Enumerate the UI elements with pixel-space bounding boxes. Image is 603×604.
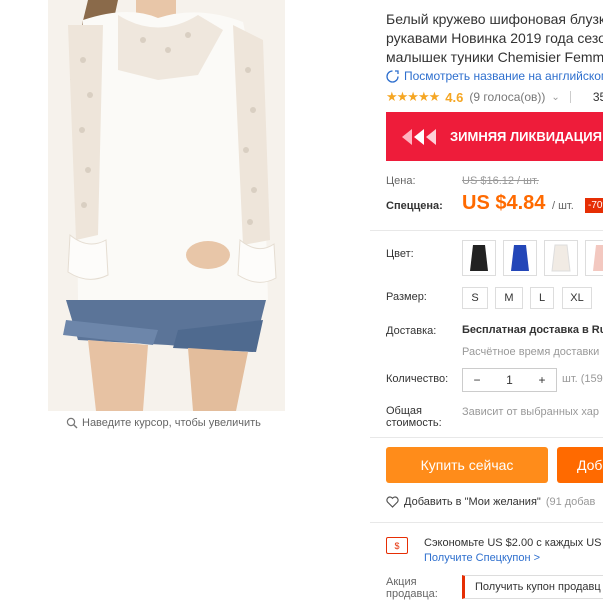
coupon-icon: $ (386, 537, 408, 554)
total-value: Зависит от выбранных хар (462, 406, 599, 418)
seller-promo-label-line: продавца: (386, 588, 438, 600)
increment-button[interactable]: + (528, 373, 556, 387)
title-line: рукавами Новинка 2019 года сезо (386, 30, 603, 46)
divider (370, 522, 603, 523)
translate-link-text[interactable]: Посмотреть название на английском (404, 69, 603, 83)
translate-icon (386, 69, 399, 83)
price-label: Цена: (386, 175, 416, 187)
divider (370, 230, 603, 231)
seller-promo-label: Акция продавца: (386, 576, 438, 600)
size-label: Размер: (386, 291, 427, 303)
product-title: Белый кружево шифоновая блузка рукавами … (386, 10, 603, 67)
price-unit: / шт. (552, 200, 574, 212)
quantity-stepper[interactable]: − 1 + (462, 368, 557, 392)
title-line: Белый кружево шифоновая блузка (386, 11, 603, 27)
star-rating-icon: ★★★★★ (386, 89, 440, 104)
sale-price-label: Спеццена: (386, 200, 443, 212)
discount-badge: -70% (585, 198, 603, 213)
size-option-xl[interactable]: XL (562, 287, 592, 309)
rating-score: 4.6 (445, 89, 464, 105)
chevron-down-icon[interactable]: ⌄ (551, 92, 559, 103)
color-option-black[interactable] (462, 240, 496, 276)
votes-link[interactable]: (9 голоса(ов)) (469, 90, 545, 104)
get-coupon-link[interactable]: Получите Спецкупон > (424, 552, 540, 564)
size-option-m[interactable]: M (495, 287, 523, 309)
add-to-cart-button[interactable]: Доб (557, 447, 603, 483)
buy-now-button[interactable]: Купить сейчас (386, 447, 548, 483)
color-option-pink[interactable] (585, 240, 603, 276)
size-option-s[interactable]: S (462, 287, 488, 309)
wishlist-count: (91 добав (545, 496, 596, 508)
color-option-white[interactable] (544, 240, 578, 276)
seller-promo-label-line: Акция (386, 576, 417, 588)
separator (569, 91, 571, 103)
sale-price: US $4.84 (462, 192, 546, 214)
rating-row: ★★★★★ 4.6 (9 голоса(ов)) ⌄ 35 зак (386, 89, 603, 105)
total-label: Общая стоимость: (386, 405, 442, 429)
promo-banner[interactable]: ЗИМНЯЯ ЛИКВИДАЦИЯ (386, 112, 603, 161)
decrement-button[interactable]: − (463, 373, 491, 387)
color-option-blue[interactable] (503, 240, 537, 276)
translate-link[interactable]: Посмотреть название на английском (386, 69, 603, 83)
heart-icon (386, 496, 399, 508)
delivery-estimate: Расчётное время доставки (462, 346, 600, 358)
total-label-line: Общая (386, 405, 422, 417)
zoom-hint: Наведите курсор, чтобы увеличить (66, 417, 261, 429)
title-line: малышек туники Chemisier Femme (386, 49, 603, 65)
stock-count: шт. (159 (562, 373, 603, 385)
zoom-hint-text: Наведите курсор, чтобы увеличить (82, 417, 261, 429)
orders-count: 35 зак (592, 90, 603, 104)
seller-coupon-button[interactable]: Получить купон продавц (462, 575, 603, 599)
quantity-input[interactable]: 1 (496, 373, 524, 387)
sale-logo-icon (402, 128, 436, 145)
total-label-line: стоимость: (386, 417, 442, 429)
delivery-value[interactable]: Бесплатная доставка в Ru (462, 324, 603, 336)
magnifier-icon (66, 417, 78, 429)
coupon-text: Сэкономьте US $2.00 с каждых US $ (424, 537, 603, 549)
add-to-wishlist[interactable]: Добавить в "Мои желания" (91 добав (386, 496, 595, 508)
product-image[interactable] (48, 0, 285, 411)
wishlist-text[interactable]: Добавить в "Мои желания" (404, 496, 541, 508)
delivery-label: Доставка: (386, 325, 437, 337)
banner-text: ЗИМНЯЯ ЛИКВИДАЦИЯ (450, 129, 602, 144)
color-label: Цвет: (386, 248, 414, 260)
divider (370, 437, 603, 438)
size-option-l[interactable]: L (530, 287, 554, 309)
old-price: US $16.12 / шт. (462, 175, 539, 187)
quantity-label: Количество: (386, 373, 449, 385)
